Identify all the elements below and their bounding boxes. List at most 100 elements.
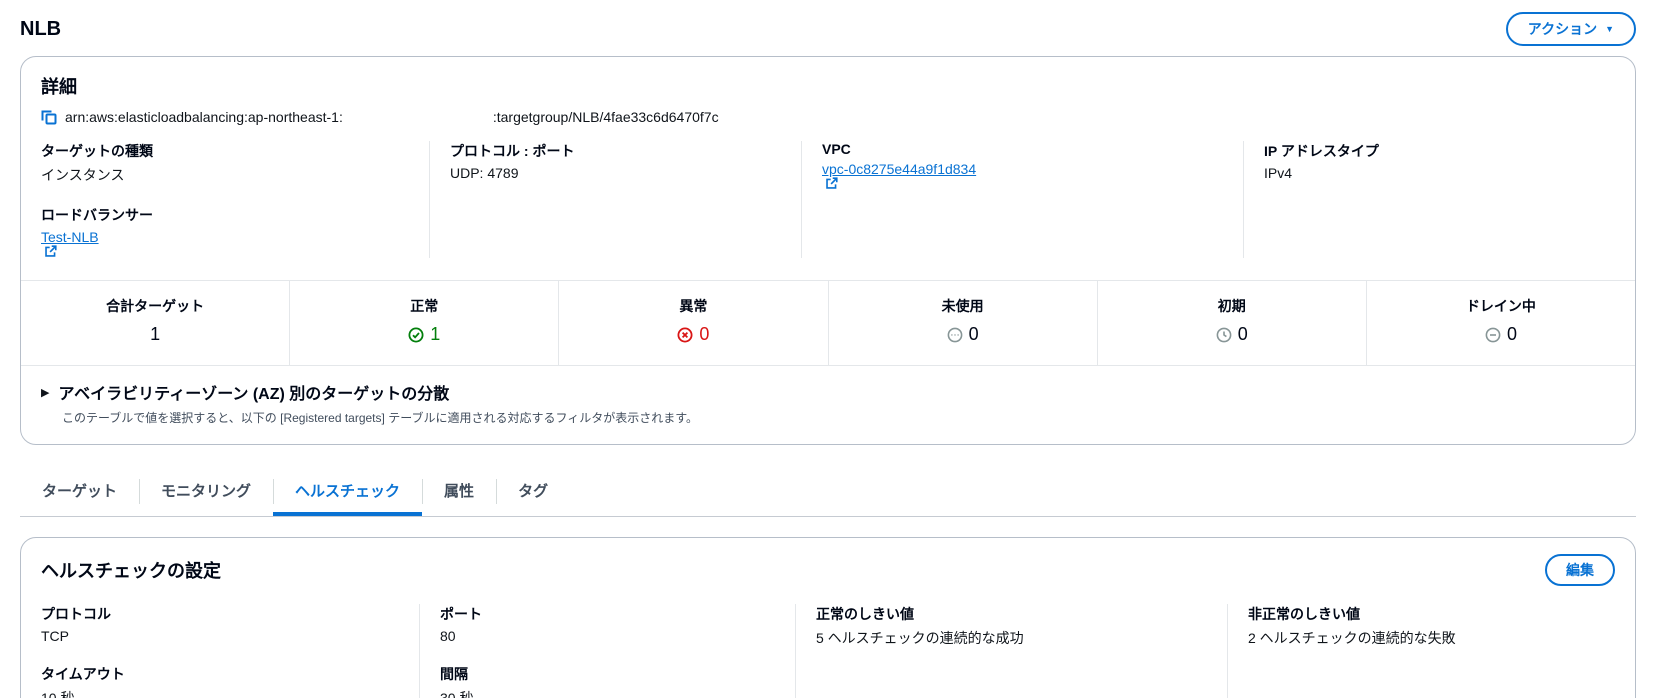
status-unused[interactable]: 未使用 0 bbox=[827, 281, 1097, 365]
field-vpc: VPC vpc-0c8275e44a9f1d834 bbox=[822, 141, 1227, 190]
field-label: ロードバランサー bbox=[41, 207, 153, 223]
status-label: 初期 bbox=[1217, 298, 1246, 314]
az-expander-description: このテーブルで値を選択すると、以下の [Registered targets] … bbox=[62, 411, 699, 425]
actions-button-label: アクション bbox=[1527, 21, 1598, 37]
field-label: VPC bbox=[822, 141, 851, 157]
details-card-header: 詳細 bbox=[21, 57, 1635, 109]
status-label: 異常 bbox=[679, 298, 708, 314]
status-count: 0 bbox=[1237, 324, 1248, 344]
target-status-summary: 合計ターゲット 1 正常 1 異常 0 未使用 0 初期 0 ドレイン中 0 bbox=[21, 281, 1635, 365]
caret-down-icon: ▼ bbox=[1605, 23, 1614, 34]
details-col-1: ターゲットの種類 インスタンス ロードバランサー Test-NLB bbox=[41, 141, 429, 258]
status-count: 1 bbox=[150, 324, 161, 344]
arn-text: arn:aws:elasticloadbalancing:ap-northeas… bbox=[65, 109, 719, 125]
health-col-3: 正常のしきい値 5 ヘルスチェックの連続的な成功 bbox=[795, 604, 1227, 698]
tab-targets[interactable]: ターゲット bbox=[20, 469, 139, 516]
health-check-title: ヘルスチェックの設定 bbox=[41, 561, 221, 581]
field-label: タイムアウト bbox=[41, 666, 125, 682]
field-value: 10 秒 bbox=[41, 690, 75, 698]
status-label: 合計ターゲット bbox=[106, 298, 205, 314]
arn-row: arn:aws:elasticloadbalancing:ap-northeas… bbox=[21, 109, 1635, 139]
details-col-3: VPC vpc-0c8275e44a9f1d834 bbox=[801, 141, 1243, 258]
field-value: IPv4 bbox=[1264, 165, 1293, 181]
copy-arn-button[interactable] bbox=[41, 109, 57, 125]
status-draining[interactable]: ドレイン中 0 bbox=[1365, 281, 1635, 365]
field-target-type: ターゲットの種類 インスタンス bbox=[41, 141, 413, 185]
external-link-icon bbox=[45, 245, 57, 257]
load-balancer-link-label: Test-NLB bbox=[41, 229, 99, 245]
field-value: 80 bbox=[440, 628, 456, 644]
health-col-1: プロトコル TCP タイムアウト 10 秒 bbox=[41, 604, 419, 698]
edit-button[interactable]: 編集 bbox=[1545, 554, 1615, 586]
field-label: プロトコル : ポート bbox=[450, 143, 575, 159]
clock-circle-icon bbox=[1216, 327, 1232, 342]
field-label: IP アドレスタイプ bbox=[1264, 143, 1379, 159]
details-card: 詳細 arn:aws:elasticloadbalancing:ap-north… bbox=[20, 56, 1636, 445]
field-hc-unhealthy-threshold: 非正常のしきい値 2 ヘルスチェックの連続的な失敗 bbox=[1248, 604, 1599, 648]
tab-tags[interactable]: タグ bbox=[496, 469, 570, 516]
details-col-4: IP アドレスタイプ IPv4 bbox=[1243, 141, 1615, 258]
health-col-2: ポート 80 間隔 30 秒 bbox=[419, 604, 795, 698]
arn-prefix: arn:aws:elasticloadbalancing:ap-northeas… bbox=[65, 109, 343, 125]
field-label: 正常のしきい値 bbox=[816, 606, 914, 622]
details-col-2: プロトコル : ポート UDP: 4789 bbox=[429, 141, 801, 258]
field-hc-healthy-threshold: 正常のしきい値 5 ヘルスチェックの連続的な成功 bbox=[816, 604, 1211, 648]
field-value: TCP bbox=[41, 628, 69, 644]
tab-bar: ターゲット モニタリング ヘルスチェック 属性 タグ bbox=[20, 469, 1636, 517]
az-expander-toggle[interactable]: ▶ アベイラビリティーゾーン (AZ) 別のターゲットの分散 bbox=[41, 380, 1615, 404]
field-value: インスタンス bbox=[41, 167, 125, 183]
ellipsis-circle-icon bbox=[947, 327, 962, 342]
field-label: プロトコル bbox=[41, 606, 111, 622]
minus-circle-icon bbox=[1485, 327, 1501, 342]
field-value: UDP: 4789 bbox=[450, 165, 519, 181]
field-protocol-port: プロトコル : ポート UDP: 4789 bbox=[450, 141, 785, 181]
health-check-card: ヘルスチェックの設定 編集 プロトコル TCP タイムアウト 10 秒 ポート … bbox=[20, 537, 1636, 698]
tab-attributes[interactable]: 属性 bbox=[422, 469, 496, 516]
actions-button[interactable]: アクション ▼ bbox=[1505, 12, 1636, 46]
field-label: 非正常のしきい値 bbox=[1248, 606, 1360, 622]
vpc-link[interactable]: vpc-0c8275e44a9f1d834 bbox=[822, 161, 1227, 190]
x-circle-icon bbox=[677, 327, 693, 342]
status-label: ドレイン中 bbox=[1465, 298, 1536, 314]
copy-icon bbox=[41, 110, 57, 125]
health-check-card-header: ヘルスチェックの設定 編集 bbox=[21, 538, 1635, 600]
status-count: 0 bbox=[968, 324, 979, 344]
field-label: ターゲットの種類 bbox=[41, 143, 153, 159]
external-link-icon bbox=[826, 177, 838, 189]
field-label: ポート bbox=[440, 606, 482, 622]
field-hc-timeout: タイムアウト 10 秒 bbox=[41, 664, 403, 698]
az-distribution-expander: ▶ アベイラビリティーゾーン (AZ) 別のターゲットの分散 このテーブルで値を… bbox=[21, 366, 1635, 444]
page: NLB アクション ▼ 詳細 arn:aws:elasticloadbalanc… bbox=[0, 0, 1656, 698]
expander-arrow-icon: ▶ bbox=[41, 386, 50, 399]
field-hc-interval: 間隔 30 秒 bbox=[440, 664, 779, 698]
check-circle-icon bbox=[408, 327, 424, 342]
load-balancer-link[interactable]: Test-NLB bbox=[41, 229, 413, 258]
field-label: 間隔 bbox=[440, 666, 468, 682]
field-hc-protocol: プロトコル TCP bbox=[41, 604, 403, 644]
status-healthy[interactable]: 正常 1 bbox=[289, 281, 558, 365]
vpc-link-label: vpc-0c8275e44a9f1d834 bbox=[822, 161, 977, 177]
tab-monitoring[interactable]: モニタリング bbox=[139, 469, 273, 516]
status-count: 1 bbox=[430, 324, 441, 344]
status-count: 0 bbox=[1506, 324, 1517, 344]
details-title: 詳細 bbox=[41, 77, 77, 97]
page-header: NLB アクション ▼ bbox=[20, 0, 1636, 56]
health-col-4: 非正常のしきい値 2 ヘルスチェックの連続的な失敗 bbox=[1227, 604, 1615, 698]
status-label: 正常 bbox=[410, 298, 439, 314]
status-label: 未使用 bbox=[941, 298, 984, 314]
status-initial[interactable]: 初期 0 bbox=[1096, 281, 1366, 365]
details-fields: ターゲットの種類 インスタンス ロードバランサー Test-NLB プロトコル … bbox=[21, 139, 1635, 280]
field-value: 5 ヘルスチェックの連続的な成功 bbox=[816, 630, 1024, 646]
az-expander-title: アベイラビリティーゾーン (AZ) 別のターゲットの分散 bbox=[58, 386, 450, 403]
health-check-fields: プロトコル TCP タイムアウト 10 秒 ポート 80 間隔 30 秒 正常の… bbox=[21, 600, 1635, 698]
page-title: NLB bbox=[20, 17, 62, 40]
status-unhealthy[interactable]: 異常 0 bbox=[558, 281, 827, 365]
status-count: 0 bbox=[699, 324, 710, 344]
field-value: 2 ヘルスチェックの連続的な失敗 bbox=[1248, 630, 1456, 646]
tab-health-check[interactable]: ヘルスチェック bbox=[273, 469, 422, 516]
field-hc-port: ポート 80 bbox=[440, 604, 779, 644]
field-ip-type: IP アドレスタイプ IPv4 bbox=[1264, 141, 1599, 181]
field-load-balancer: ロードバランサー Test-NLB bbox=[41, 205, 413, 258]
status-total[interactable]: 合計ターゲット 1 bbox=[21, 281, 289, 365]
field-value: 30 秒 bbox=[440, 690, 474, 698]
